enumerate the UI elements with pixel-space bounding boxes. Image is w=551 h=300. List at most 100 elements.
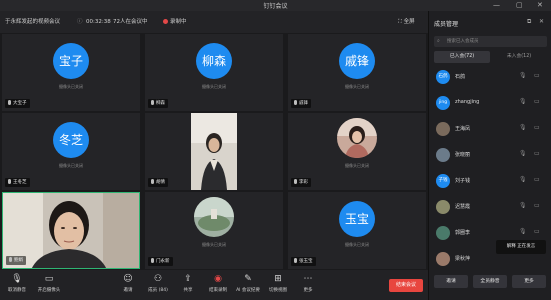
camera-off-status: 摄像头已关闭 <box>345 242 369 247</box>
share-label: 共享 <box>183 288 193 293</box>
info-icon[interactable]: ⓘ <box>77 18 83 26</box>
camera-off-icon[interactable]: ▭ <box>534 202 540 209</box>
avatar <box>194 197 234 237</box>
more-button[interactable]: ⋯ 更多 <box>291 273 325 293</box>
invite-button[interactable]: ☺ 邀请 <box>111 273 145 293</box>
member-item[interactable]: 子钱 刘子钱 🎙 ▭ <box>434 171 547 193</box>
mic-off-icon[interactable]: 🎙 <box>519 176 527 183</box>
members-icon: ⚇ <box>153 274 163 284</box>
mic-icon <box>151 100 154 105</box>
members-button[interactable]: ⚇ 成员 (84) <box>141 273 175 293</box>
close-panel-icon[interactable]: ✕ <box>539 18 544 25</box>
minimize-button[interactable]: — <box>493 1 500 10</box>
close-button[interactable]: ✕ <box>537 1 543 10</box>
camera-off-status: 摄像头已关闭 <box>59 84 83 89</box>
member-avatar <box>436 148 450 162</box>
fullscreen-button[interactable]: ⛶ 全屏 <box>398 18 415 26</box>
mic-off-icon[interactable]: 🎙 <box>519 202 527 209</box>
member-avatar: 石鸽 <box>436 70 450 84</box>
participant-name-tag: 李彩 <box>291 178 311 187</box>
switch-view-button[interactable]: ⊞ 切换视图 <box>261 273 295 293</box>
participant-name-tag: 胡倩 <box>148 178 168 187</box>
ai-notes-button[interactable]: ✎ AI 会议纪要 <box>231 273 265 293</box>
member-item[interactable]: 张晓丽 🎙 ▭ <box>434 145 547 167</box>
participant-name-tag: 大宝子 <box>5 99 30 108</box>
member-item[interactable]: 迟慧霞 🎙 ▭ <box>434 197 547 219</box>
mic-off-icon[interactable]: 🎙 <box>519 98 527 105</box>
mic-off-icon[interactable]: 🎙 <box>519 150 527 157</box>
popout-icon[interactable]: ⧉ <box>527 18 531 26</box>
panel-title: 成员管理 <box>434 21 459 28</box>
member-avatar <box>436 252 450 266</box>
online-count[interactable]: 72人在会议中 <box>113 18 148 26</box>
mute-all-button[interactable]: 全员静音 <box>473 275 507 288</box>
switch-view-label: 切换视图 <box>269 288 287 293</box>
participant-name: 胡倩 <box>156 180 165 185</box>
camera-off-icon[interactable]: ▭ <box>534 72 540 79</box>
camera-off-icon[interactable]: ▭ <box>534 176 540 183</box>
mic-off-icon[interactable]: 🎙 <box>519 228 527 235</box>
participant-name: 戚锋 <box>299 101 308 106</box>
video-tile[interactable]: 胡倩 <box>145 113 283 190</box>
recording-status: 录制中 <box>163 18 187 26</box>
camera-off-icon: ▭ <box>44 274 54 284</box>
video-tile[interactable]: 戚锋 摄像头已关闭 戚锋 <box>288 34 426 111</box>
member-name: 郭圈李 <box>455 230 471 236</box>
camera-button[interactable]: ▭ 开启摄像头 <box>32 273 66 293</box>
camera-off-icon[interactable]: ▭ <box>534 124 540 131</box>
tab-not-joined[interactable]: 未入会(12) <box>491 51 547 63</box>
window-title: 钉钉会议 <box>263 3 288 10</box>
member-name: 石鸽 <box>455 74 466 80</box>
share-button[interactable]: ⇪ 共享 <box>171 273 205 293</box>
camera-off-status: 摄像头已关闭 <box>345 84 369 89</box>
participant-name-tag: 王冬芝 <box>5 178 30 187</box>
camera-off-icon[interactable]: ▭ <box>534 150 540 157</box>
participant-name-tag: 戚锋 <box>291 99 311 108</box>
search-icon: ⌕ <box>437 38 440 44</box>
camera-off-icon[interactable]: ▭ <box>534 98 540 105</box>
video-tile[interactable]: 宝子 摄像头已关闭 大宝子 <box>2 34 140 111</box>
mic-off-icon[interactable]: 🎙 <box>519 72 527 79</box>
unmute-button[interactable]: 🎙 取消静音 <box>0 273 34 293</box>
end-recording-button[interactable]: ◉ 结束录制 <box>201 273 235 293</box>
participant-name: 柳森 <box>156 101 165 106</box>
member-avatar <box>436 200 450 214</box>
mic-icon <box>9 257 12 262</box>
mic-icon <box>294 258 297 263</box>
avatar <box>337 118 377 158</box>
meeting-title[interactable]: 于永辉发起的视频会议 <box>5 18 60 26</box>
camera-off-status: 摄像头已关闭 <box>202 84 226 89</box>
fullscreen-icon: ⛶ <box>398 19 402 25</box>
member-item[interactable]: 石鸽 石鸽 🎙 ▭ <box>434 67 547 89</box>
video-tile[interactable]: 摄像头已关闭 李彩 <box>288 113 426 190</box>
more-label: 更多 <box>303 288 313 293</box>
panel-more-button[interactable]: 更多 <box>512 275 546 288</box>
member-name: 王海凤 <box>455 126 471 132</box>
avatar: 宝子 <box>53 43 89 79</box>
end-meeting-button[interactable]: 结束会议 <box>389 279 423 292</box>
mic-icon <box>294 179 297 184</box>
member-name: 梁秋萍 <box>455 256 471 262</box>
avatar: 戚锋 <box>339 43 375 79</box>
video-tile[interactable]: 冬芝 摄像头已关闭 王冬芝 <box>2 113 140 190</box>
maximize-button[interactable]: ▢ <box>516 1 523 10</box>
member-name: 刘子钱 <box>455 178 471 184</box>
mic-icon <box>294 100 297 105</box>
video-tile[interactable]: 柳森 摄像头已关闭 柳森 <box>145 34 283 111</box>
panel-invite-button[interactable]: 邀请 <box>434 275 468 288</box>
participant-name: 李彩 <box>299 180 308 185</box>
mic-off-icon[interactable]: 🎙 <box>519 124 527 131</box>
video-tile[interactable]: 玉宝 摄像头已关闭 张玉宝 <box>288 192 426 269</box>
invite-icon: ☺ <box>123 274 133 284</box>
video-tile[interactable]: 摄像头已关闭 门永新 <box>145 192 283 269</box>
mic-icon <box>8 100 11 105</box>
mic-off-icon: 🎙 <box>11 274 23 284</box>
member-search-input[interactable]: 搜索已入会成员 <box>434 36 547 47</box>
participant-name: 鲍娟 <box>14 258 23 263</box>
member-item[interactable]: jing zhangjing 🎙 ▭ <box>434 93 547 115</box>
member-item[interactable]: 王海凤 🎙 ▭ <box>434 119 547 141</box>
participant-name-tag: 鲍娟 <box>6 256 26 265</box>
camera-off-icon[interactable]: ▭ <box>534 228 540 235</box>
video-tile-active-speaker[interactable]: 鲍娟 <box>2 192 140 269</box>
tab-joined[interactable]: 已入会(72) <box>434 51 490 63</box>
